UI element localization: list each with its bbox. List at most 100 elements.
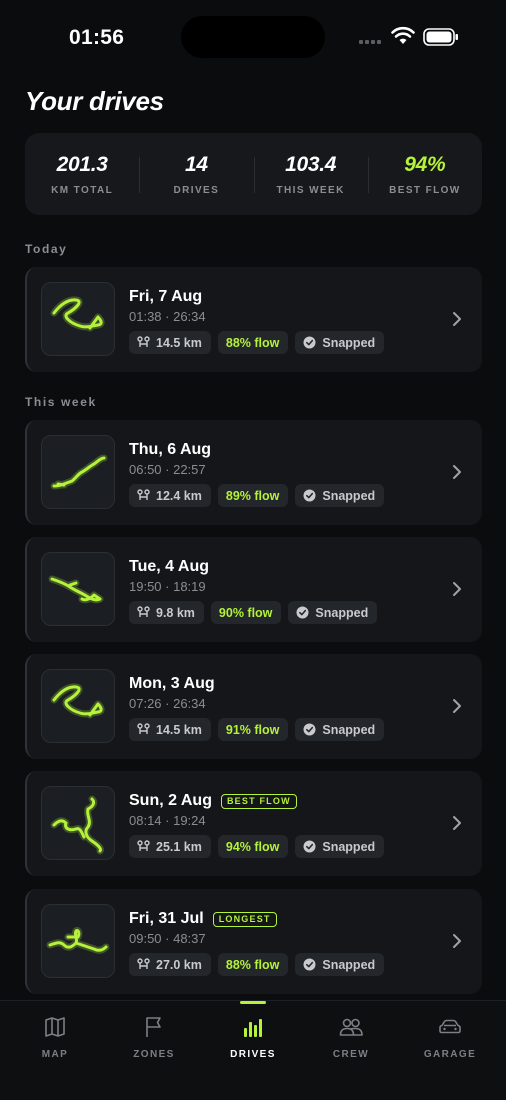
stat-value: 201.3	[56, 152, 108, 176]
tab-map[interactable]: MAP	[10, 1015, 100, 1060]
route-pin-icon	[137, 723, 150, 734]
check-circle-icon	[303, 840, 316, 853]
drive-date: Tue, 4 Aug	[129, 558, 209, 575]
drive-card[interactable]: Fri, 31 Jul LONGEST 09:50 · 48:37 27.0 k…	[25, 889, 482, 994]
drive-badge: LONGEST	[212, 911, 277, 927]
drive-date: Fri, 7 Aug	[129, 288, 203, 305]
route-pin-icon	[137, 606, 150, 617]
route-pin-icon	[137, 958, 150, 969]
battery-icon	[423, 28, 458, 46]
route-loop-icon	[50, 683, 105, 719]
drive-chips: 27.0 km 88% flow Snapped	[129, 953, 385, 976]
stat-km-total: 201.3 KM TOTAL	[25, 153, 139, 196]
route-pin-icon	[137, 489, 150, 500]
drive-badge: BEST FLOW	[220, 793, 297, 809]
route-thumbnail	[41, 904, 115, 978]
snapped-chip: Snapped	[295, 484, 385, 507]
snapped-chip: Snapped	[295, 953, 385, 976]
distance-value: 14.5 km	[156, 722, 202, 737]
stat-value: 14	[184, 152, 208, 176]
drive-card[interactable]: Fri, 7 Aug 01:38 · 26:34 14.5 km 88% flo…	[25, 267, 482, 372]
tab-crew[interactable]: CREW	[306, 1015, 396, 1060]
drive-card[interactable]: Thu, 6 Aug 06:50 · 22:57 12.4 km 89% flo…	[25, 420, 482, 525]
tab-zones[interactable]: ZONES	[109, 1015, 199, 1060]
status-value: Snapped	[315, 605, 369, 620]
route-thumbnail	[41, 669, 115, 743]
route-diagonal-icon	[50, 454, 108, 490]
snapped-chip: Snapped	[295, 718, 385, 741]
drive-time: 06:50 · 22:57	[129, 462, 206, 477]
stat-label: BEST FLOW	[389, 184, 461, 196]
check-circle-icon	[296, 606, 309, 619]
section-label-today: Today	[25, 242, 68, 256]
check-circle-icon	[303, 723, 316, 736]
tab-bar: MAP ZONES DRIVES CREW GARAGE	[0, 1000, 506, 1100]
stat-value: 94%	[404, 152, 446, 176]
flow-chip: 88% flow	[217, 331, 289, 354]
cellular-signal-icon	[359, 40, 381, 44]
status-value: Snapped	[322, 957, 376, 972]
stat-drives: 14 DRIVES	[139, 153, 253, 196]
drive-title-row: Sun, 2 Aug BEST FLOW	[129, 792, 297, 810]
flow-chip: 88% flow	[217, 953, 289, 976]
drive-chips: 14.5 km 88% flow Snapped	[129, 331, 385, 354]
active-tab-indicator	[240, 1001, 266, 1004]
drive-card[interactable]: Mon, 3 Aug 07:26 · 26:34 14.5 km 91% flo…	[25, 654, 482, 759]
chevron-right-icon	[453, 465, 461, 479]
status-value: Snapped	[322, 839, 376, 854]
chevron-right-icon	[453, 312, 461, 326]
drive-title-row: Fri, 7 Aug	[129, 288, 202, 306]
drive-title-row: Thu, 6 Aug	[129, 441, 211, 459]
check-circle-icon	[303, 336, 316, 349]
distance-chip: 27.0 km	[129, 953, 211, 976]
stat-label: THIS WEEK	[276, 184, 345, 196]
tab-drives[interactable]: DRIVES	[208, 1015, 298, 1060]
drive-chips: 9.8 km 90% flow Snapped	[129, 601, 378, 624]
bar-chart-icon	[244, 1019, 262, 1037]
check-circle-icon	[303, 958, 316, 971]
distance-value: 25.1 km	[156, 839, 202, 854]
wifi-icon	[391, 26, 415, 44]
drive-time: 01:38 · 26:34	[129, 309, 206, 324]
drive-card[interactable]: Tue, 4 Aug 19:50 · 18:19 9.8 km 90% flow…	[25, 537, 482, 642]
status-bar: 01:56	[0, 0, 506, 76]
tab-label: ZONES	[133, 1049, 175, 1060]
page-title: Your drives	[25, 86, 164, 116]
chevron-right-icon	[453, 934, 461, 948]
status-value: Snapped	[322, 488, 376, 503]
distance-value: 9.8 km	[156, 605, 195, 620]
route-thumbnail	[41, 435, 115, 509]
stat-this-week: 103.4 THIS WEEK	[253, 153, 368, 196]
drive-chips: 14.5 km 91% flow Snapped	[129, 718, 385, 741]
stats-summary: 201.3 KM TOTAL 14 DRIVES 103.4 THIS WEEK…	[25, 133, 482, 215]
section-label-this-week: This week	[25, 395, 97, 409]
check-circle-icon	[303, 489, 316, 502]
route-pin-icon	[137, 336, 150, 347]
route-thumbnail	[41, 552, 115, 626]
car-icon	[439, 1019, 461, 1034]
flag-icon	[146, 1017, 161, 1037]
map-icon	[45, 1017, 65, 1037]
snapped-chip: Snapped	[295, 331, 385, 354]
status-value: Snapped	[322, 335, 376, 350]
tab-label: GARAGE	[423, 1049, 477, 1060]
flow-chip: 90% flow	[210, 601, 282, 624]
route-descending-icon	[48, 575, 104, 604]
drive-title-row: Mon, 3 Aug	[129, 675, 215, 693]
drive-time: 07:26 · 26:34	[129, 696, 206, 711]
tab-garage[interactable]: GARAGE	[405, 1015, 495, 1060]
flow-chip: 91% flow	[217, 718, 289, 741]
drive-time: 08:14 · 19:24	[129, 813, 206, 828]
snapped-chip: Snapped	[295, 835, 385, 858]
drive-card[interactable]: Sun, 2 Aug BEST FLOW 08:14 · 19:24 25.1 …	[25, 771, 482, 876]
tab-label: MAP	[41, 1049, 69, 1060]
route-thumbnail	[41, 282, 115, 356]
drive-date: Mon, 3 Aug	[129, 675, 215, 692]
flow-chip: 89% flow	[217, 484, 289, 507]
drive-time: 09:50 · 48:37	[129, 931, 206, 946]
tab-label: CREW	[332, 1049, 370, 1060]
drive-date: Thu, 6 Aug	[129, 441, 212, 458]
route-winding-icon	[50, 795, 104, 855]
stat-label: KM TOTAL	[51, 184, 114, 196]
tab-label: DRIVES	[230, 1049, 276, 1060]
